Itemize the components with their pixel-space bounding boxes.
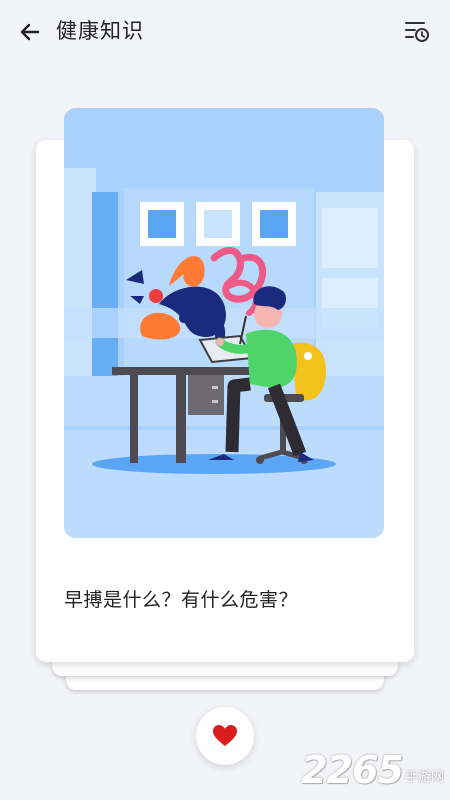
arrow-left-icon — [20, 23, 40, 41]
person-drawing-at-desk-illustration — [64, 108, 384, 538]
page-title: 健康知识 — [56, 20, 144, 43]
like-button[interactable] — [196, 707, 254, 765]
list-history-icon — [405, 22, 429, 42]
watermark-number: 2265 — [301, 748, 404, 792]
watermark-text: 手游网 — [404, 768, 444, 784]
back-button[interactable] — [14, 16, 46, 48]
history-button[interactable] — [400, 14, 434, 48]
top-bar: 健康知识 — [0, 0, 450, 64]
watermark: 2265 手游网 — [301, 748, 444, 792]
card-title: 早搏是什么？有什么危害？ — [64, 590, 299, 611]
heart-icon — [213, 725, 237, 746]
article-illustration[interactable] — [64, 108, 384, 538]
